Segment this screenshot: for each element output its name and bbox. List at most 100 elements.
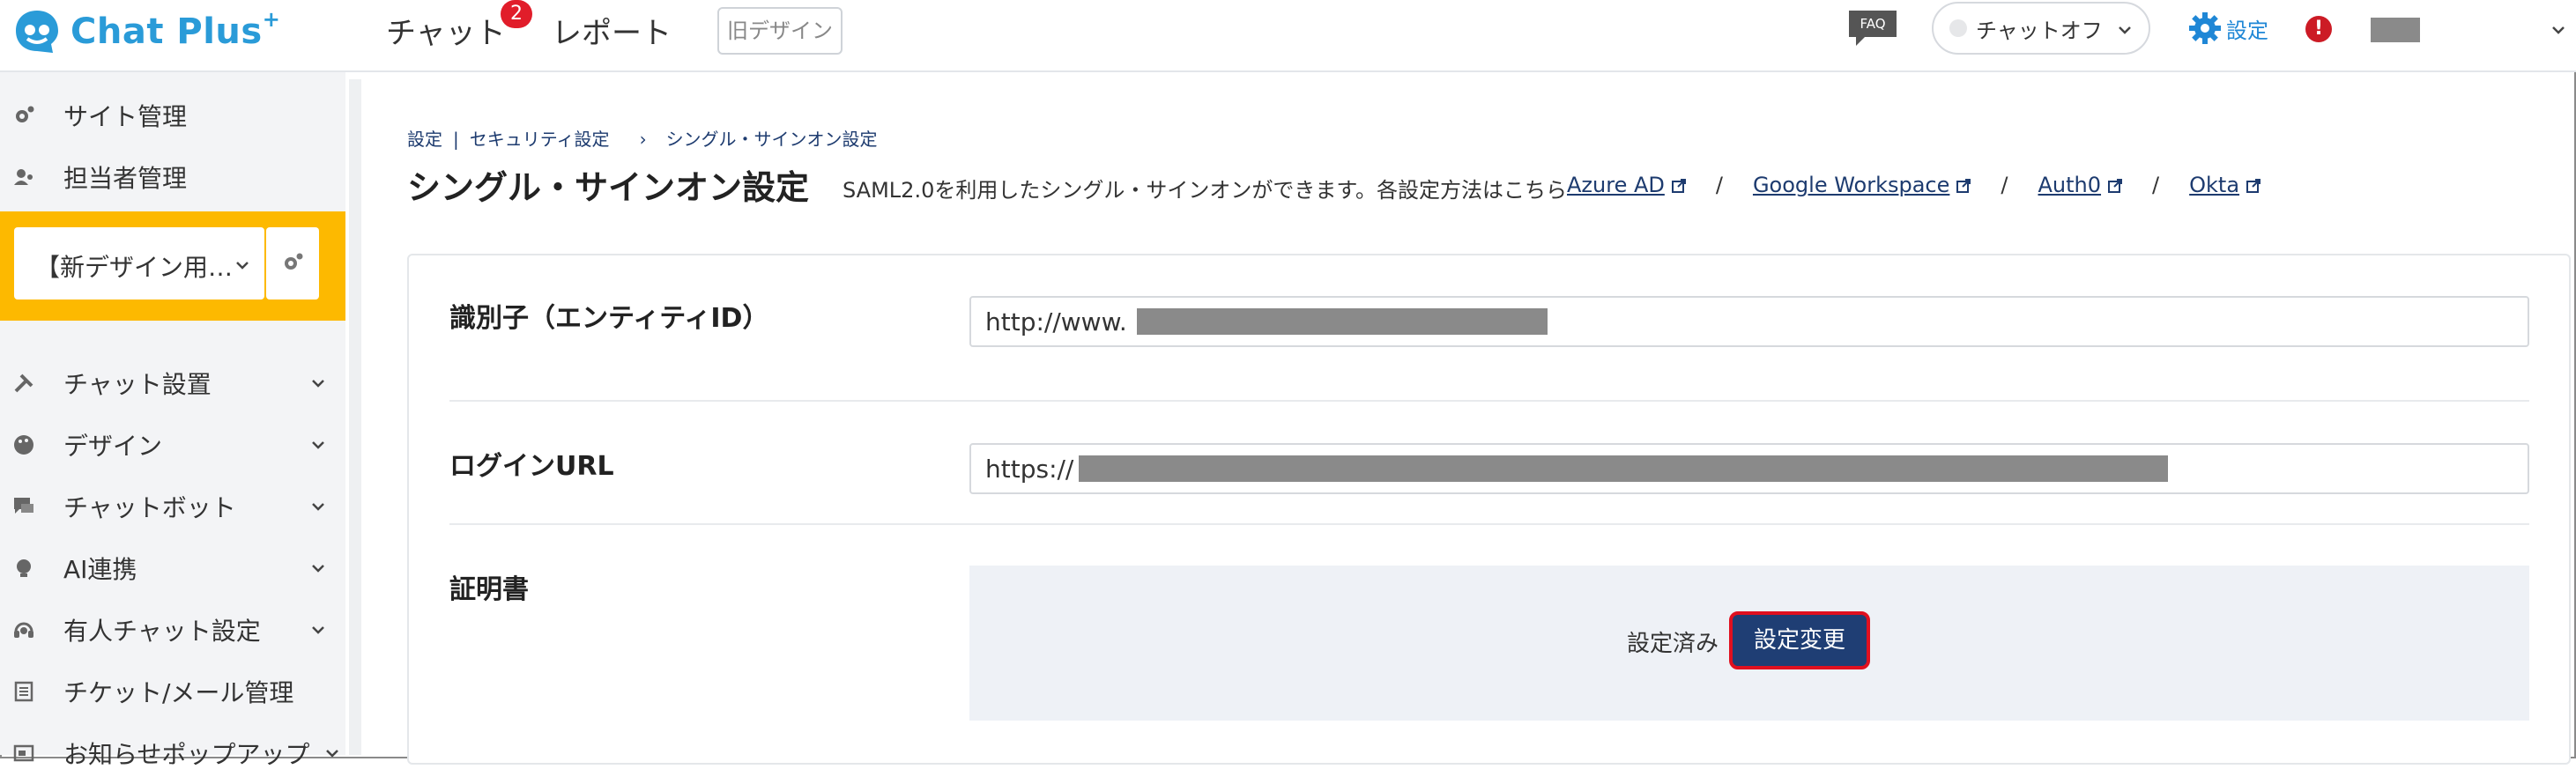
page-description: SAML2.0を利用したシングル・サインオンができます。各設定方法はこちら bbox=[843, 178, 1567, 203]
link-text: Azure AD bbox=[1567, 173, 1665, 197]
external-link-icon bbox=[1956, 179, 1971, 193]
chevron-down-icon bbox=[312, 441, 324, 449]
breadcrumb: 設定 | セキュリティ設定 › シングル・サインオン設定 bbox=[407, 125, 888, 151]
chevron-down-icon bbox=[2119, 26, 2131, 34]
chevron-down-icon bbox=[312, 565, 324, 573]
logo[interactable]: Chat Plus + bbox=[12, 7, 280, 56]
external-link-icon bbox=[1671, 179, 1686, 193]
sidebar-item-chat-install[interactable]: チャット設置 bbox=[0, 352, 345, 414]
status-dot-icon bbox=[1949, 19, 1967, 37]
entity-id-value: http://www. bbox=[985, 307, 1127, 337]
login-url-label: ログインURL bbox=[449, 451, 614, 482]
sidebar-item-design[interactable]: デザイン bbox=[0, 414, 345, 476]
change-settings-button[interactable]: 設定変更 bbox=[1729, 611, 1870, 669]
faq-text: FAQ bbox=[1860, 16, 1885, 32]
link-separator: / bbox=[1715, 173, 1723, 197]
site-settings-button[interactable] bbox=[266, 227, 319, 300]
link-separator: / bbox=[2001, 173, 2008, 197]
nav-chat[interactable]: チャット bbox=[386, 9, 506, 52]
sidebar-item-chatbot[interactable]: チャットボット bbox=[0, 476, 345, 537]
login-url-input[interactable]: https:// bbox=[969, 443, 2529, 494]
sidebar-item-label: チャットボット bbox=[63, 493, 236, 522]
faq-icon[interactable]: FAQ bbox=[1847, 9, 1898, 48]
auth0-link[interactable]: Auth0 bbox=[2038, 173, 2123, 197]
certificate-label: 証明書 bbox=[449, 574, 529, 605]
sidebar-item-live-chat-settings[interactable]: 有人チャット設定 bbox=[0, 599, 345, 661]
sidebar-item-ticket-mail[interactable]: チケット/メール管理 bbox=[0, 661, 345, 722]
headset-icon bbox=[14, 622, 33, 638]
breadcrumb-current: シングル・サインオン設定 bbox=[665, 129, 878, 150]
entity-id-label: 識別子（エンティティID） bbox=[449, 303, 769, 334]
okta-link[interactable]: Okta bbox=[2189, 173, 2261, 197]
user-menu-chevron-icon[interactable] bbox=[2550, 21, 2567, 39]
chat-bubble-icon bbox=[14, 498, 33, 514]
guide-links: Azure AD / Google Workspace / Auth0 / Ok… bbox=[1567, 173, 2261, 197]
sidebar-item-label: 有人チャット設定 bbox=[63, 617, 261, 646]
page-title: シングル・サインオン設定 bbox=[407, 168, 810, 207]
sidebar-item-label: サイト管理 bbox=[63, 102, 188, 131]
link-text: Google Workspace bbox=[1752, 173, 1950, 197]
external-link-icon bbox=[2246, 179, 2261, 193]
gear-icon bbox=[16, 106, 34, 122]
sidebar-item-label: チケット/メール管理 bbox=[63, 678, 294, 707]
chat-plus-logo-icon bbox=[16, 11, 58, 53]
list-icon bbox=[14, 681, 33, 702]
sidebar-item-label: チャット設置 bbox=[63, 370, 212, 399]
settings-label: 設定 bbox=[2226, 18, 2268, 43]
sidebar-item-label: AI連携 bbox=[63, 555, 137, 584]
chevron-down-icon bbox=[236, 262, 249, 270]
site-select-value: 【新デザイン用… bbox=[35, 253, 234, 282]
link-text: Auth0 bbox=[2038, 173, 2102, 197]
redacted-block bbox=[1137, 308, 1548, 335]
sidebar-item-notice-popup[interactable]: お知らせポップアップ bbox=[0, 722, 345, 784]
logo-text: Chat Plus bbox=[71, 11, 263, 52]
logo-plus: + bbox=[262, 7, 280, 32]
user-avatar[interactable] bbox=[2371, 18, 2420, 42]
popup-icon bbox=[13, 744, 34, 762]
chat-status-dropdown[interactable]: チャットオフ bbox=[1932, 2, 2150, 55]
site-select-dropdown[interactable]: 【新デザイン用… bbox=[14, 227, 264, 300]
link-separator: / bbox=[2152, 173, 2160, 197]
sidebar-menu: チャット設置 デザイン チャットボット AI連携 有人チャット設定 チケット/メ… bbox=[0, 352, 345, 784]
chat-status-label: チャットオフ bbox=[1976, 18, 2103, 43]
sidebar-item-label: デザイン bbox=[63, 432, 163, 461]
chevron-down-icon bbox=[312, 380, 324, 388]
certificate-status: 設定済み bbox=[1627, 631, 1719, 657]
sidebar-item-label: 担当者管理 bbox=[63, 164, 188, 193]
external-link-icon bbox=[2108, 179, 2123, 193]
breadcrumb-security[interactable]: セキュリティ設定 bbox=[470, 129, 610, 150]
breadcrumb-arrow: › bbox=[639, 129, 647, 150]
chevron-down-icon bbox=[312, 503, 324, 511]
old-design-button[interactable]: 旧デザイン bbox=[717, 7, 843, 55]
chevron-down-icon bbox=[312, 626, 324, 634]
sidebar-item-label: お知らせポップアップ bbox=[63, 740, 310, 769]
redacted-block bbox=[1079, 455, 2168, 482]
sidebar: サイト管理 担当者管理 【新デザイン用… チャット設置 デザイン チャットボット… bbox=[0, 72, 345, 769]
entity-id-input[interactable]: http://www. bbox=[969, 296, 2529, 347]
gear-icon bbox=[2189, 12, 2221, 44]
sidebar-scrollbar[interactable] bbox=[349, 79, 361, 755]
palette-icon bbox=[14, 435, 33, 455]
row-divider bbox=[449, 400, 2529, 402]
chevron-down-icon bbox=[326, 750, 338, 758]
chat-notification-badge: 2 bbox=[501, 0, 532, 28]
breadcrumb-separator: | bbox=[453, 129, 459, 150]
tools-icon bbox=[14, 374, 33, 393]
sidebar-item-ai-integration[interactable]: AI連携 bbox=[0, 537, 345, 599]
row-divider bbox=[449, 523, 2529, 525]
sidebar-item-staff-management[interactable]: 担当者管理 bbox=[0, 146, 345, 208]
bulb-icon bbox=[17, 559, 31, 577]
users-icon bbox=[14, 169, 33, 185]
certificate-panel: 設定済み 設定変更 bbox=[969, 566, 2529, 721]
breadcrumb-settings[interactable]: 設定 bbox=[407, 129, 442, 150]
sidebar-item-site-management[interactable]: サイト管理 bbox=[0, 85, 345, 146]
top-header: Chat Plus + チャット 2 レポート 旧デザイン FAQ チャットオフ bbox=[0, 0, 2576, 72]
link-text: Okta bbox=[2189, 173, 2240, 197]
google-workspace-link[interactable]: Google Workspace bbox=[1753, 173, 1971, 197]
nav-report[interactable]: レポート bbox=[552, 9, 672, 52]
login-url-value: https:// bbox=[985, 455, 1074, 484]
site-selector-panel: 【新デザイン用… bbox=[0, 211, 345, 321]
alert-icon[interactable]: ! bbox=[2305, 16, 2332, 42]
settings-link[interactable]: 設定 bbox=[2187, 11, 2268, 46]
azure-ad-link[interactable]: Azure AD bbox=[1567, 173, 1686, 197]
